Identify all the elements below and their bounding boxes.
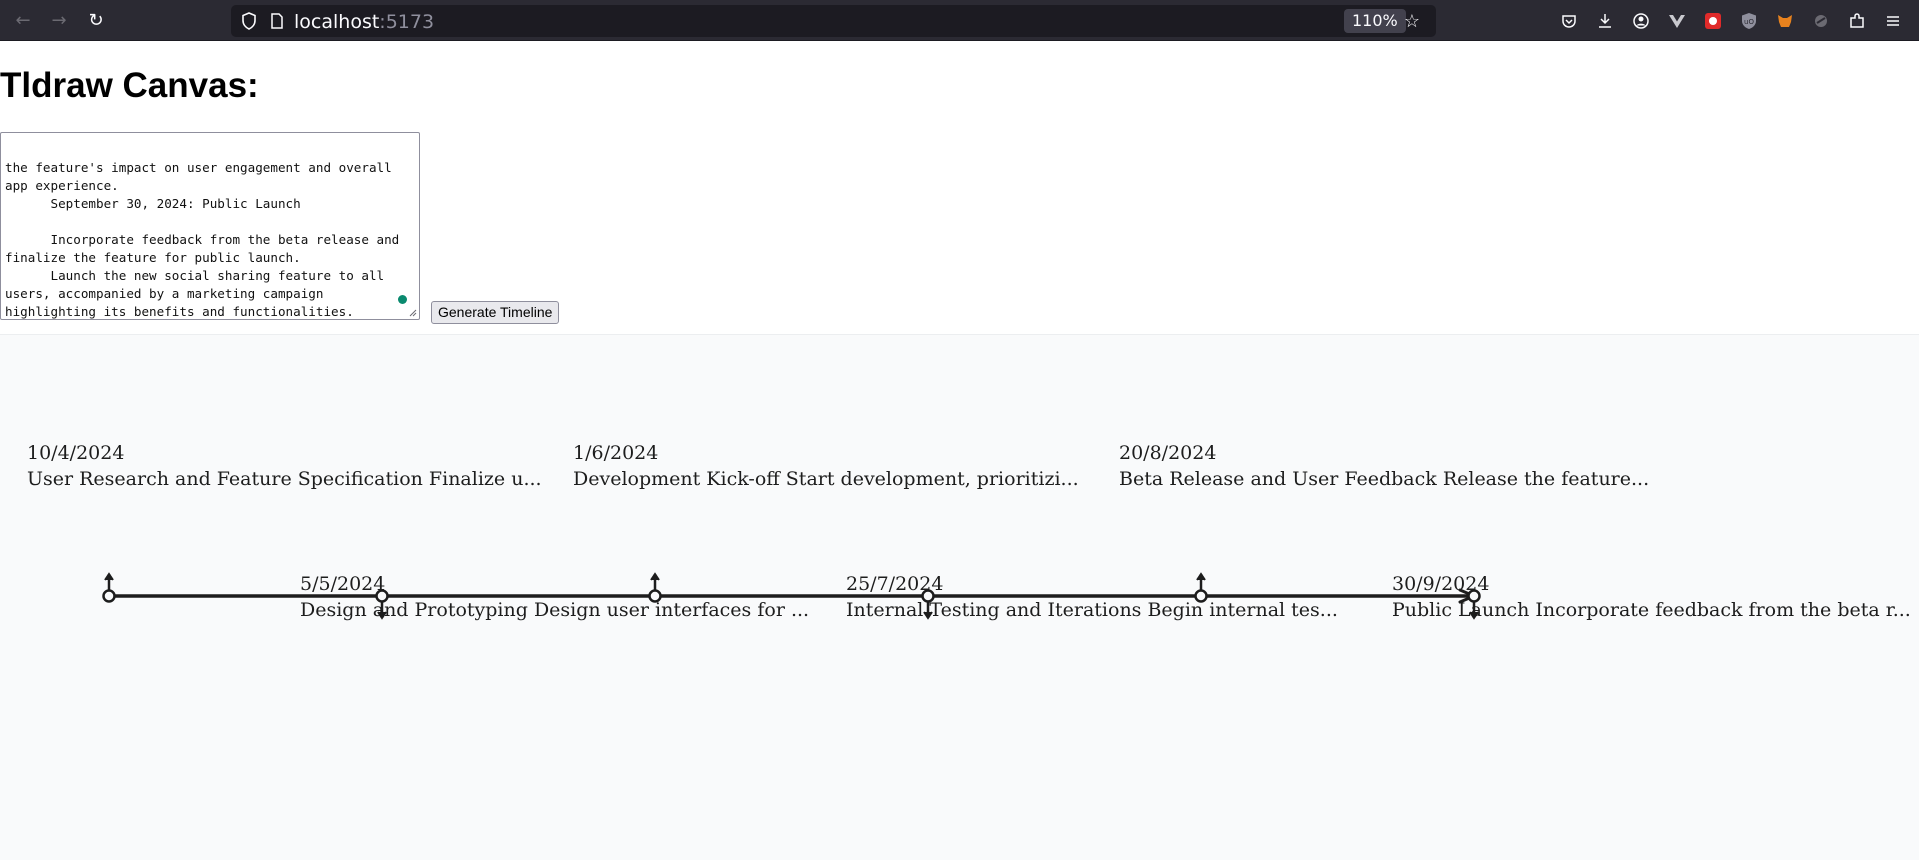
- reload-icon[interactable]: ↻: [84, 9, 108, 33]
- shield-icon[interactable]: [239, 11, 259, 31]
- event-label[interactable]: User Research and Feature Specification …: [27, 468, 542, 490]
- forward-icon[interactable]: →: [47, 9, 71, 33]
- event-label[interactable]: Design and Prototyping Design user inter…: [300, 599, 809, 621]
- timeline-text-input[interactable]: the feature's impact on user engagement …: [0, 132, 420, 320]
- editor-text: the feature's impact on user engagement …: [5, 160, 400, 319]
- zoom-indicator[interactable]: 110%: [1344, 9, 1406, 33]
- url-text[interactable]: localhost:5173: [294, 11, 434, 33]
- timeline-drawing: [102, 572, 1481, 620]
- downloads-icon[interactable]: [1593, 9, 1617, 33]
- pocket-icon[interactable]: [1557, 9, 1581, 33]
- event-label[interactable]: Beta Release and User Feedback Release t…: [1119, 468, 1649, 490]
- event-date[interactable]: 20/8/2024: [1119, 442, 1216, 464]
- browser-toolbar: ← → ↻ localhost:5173 110% ☆ uO: [0, 0, 1919, 41]
- bookmark-star-icon[interactable]: ☆: [1400, 9, 1424, 33]
- page-content: Tldraw Canvas: the feature's impact on u…: [0, 42, 1919, 860]
- account-icon[interactable]: [1629, 9, 1653, 33]
- vue-devtools-icon[interactable]: [1665, 9, 1689, 33]
- event-marker-arrowhead[interactable]: [104, 572, 114, 581]
- event-label[interactable]: Development Kick-off Start development, …: [573, 468, 1079, 490]
- event-label[interactable]: Public Launch Incorporate feedback from …: [1392, 599, 1911, 621]
- metamask-icon[interactable]: [1773, 9, 1797, 33]
- page-icon[interactable]: [268, 12, 286, 30]
- event-label[interactable]: Internal Testing and Iterations Begin in…: [846, 599, 1338, 621]
- event-marker-arrowhead[interactable]: [1196, 572, 1206, 581]
- extension-red-icon[interactable]: [1701, 9, 1725, 33]
- ublock-icon[interactable]: uO: [1737, 9, 1761, 33]
- event-date[interactable]: 5/5/2024: [300, 573, 385, 595]
- event-date[interactable]: 10/4/2024: [27, 442, 124, 464]
- url-host: localhost: [294, 11, 380, 33]
- event-date[interactable]: 1/6/2024: [573, 442, 658, 464]
- address-bar[interactable]: localhost:5173 110% ☆: [231, 5, 1436, 37]
- tldraw-canvas[interactable]: 10/4/2024 User Research and Feature Speci…: [0, 334, 1919, 860]
- generate-timeline-button[interactable]: Generate Timeline: [431, 301, 560, 324]
- page-title: Tldraw Canvas:: [0, 66, 259, 105]
- svg-text:uO: uO: [1744, 18, 1754, 26]
- toolbar-icons: uO: [1557, 9, 1905, 33]
- event-date[interactable]: 25/7/2024: [846, 573, 943, 595]
- extension-gray-icon[interactable]: [1809, 9, 1833, 33]
- extensions-puzzle-icon[interactable]: [1845, 9, 1869, 33]
- event-date[interactable]: 30/9/2024: [1392, 573, 1489, 595]
- menu-icon[interactable]: [1881, 9, 1905, 33]
- event-marker-dot[interactable]: [102, 589, 116, 603]
- url-port: :5173: [379, 11, 435, 33]
- event-marker-arrowhead[interactable]: [650, 572, 660, 581]
- back-icon[interactable]: ←: [11, 9, 35, 33]
- resize-handle-icon[interactable]: [407, 307, 417, 317]
- grammar-check-icon[interactable]: [398, 295, 407, 304]
